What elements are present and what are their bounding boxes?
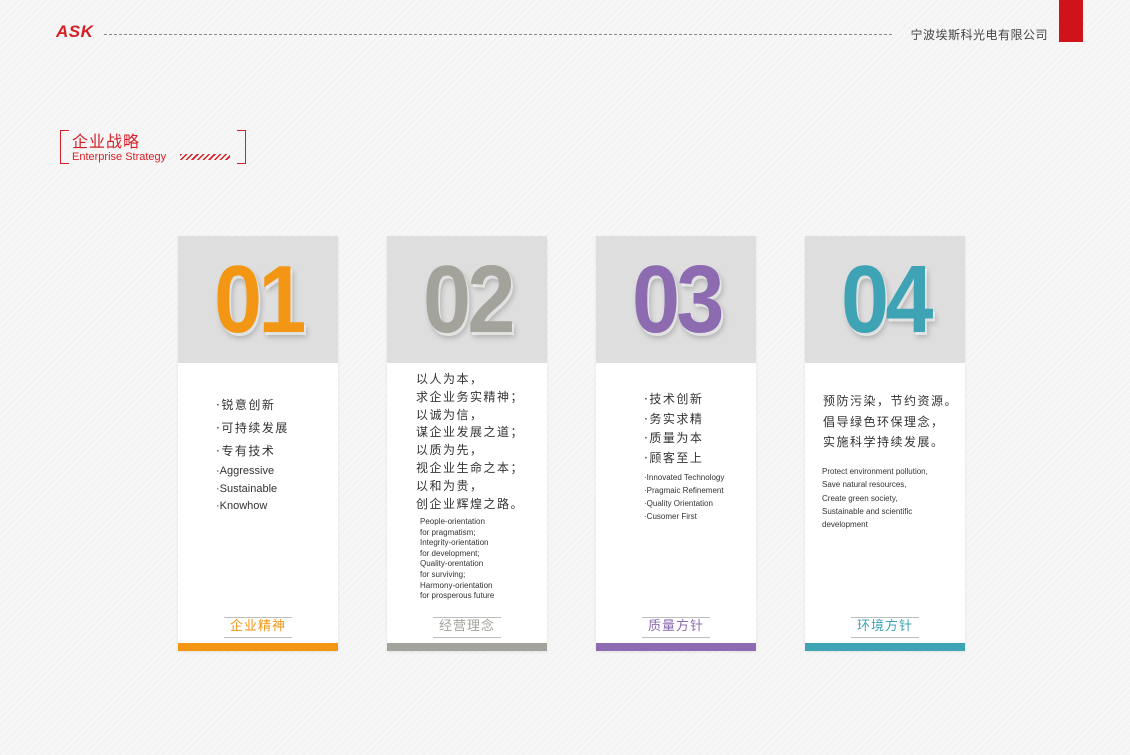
- zh-list: 以人为本， 求企业务实精神； 以诚为信， 谋企业发展之道； 以质为先， 视企业生…: [416, 371, 524, 513]
- card-color-bar: [178, 643, 338, 651]
- header-divider: [104, 34, 892, 35]
- en-line: ·Pragmaic Refinement: [644, 486, 724, 495]
- card-number-panel: 04: [805, 236, 965, 363]
- card-number: 02: [422, 245, 515, 353]
- hatch-decoration: [180, 154, 230, 160]
- en-line: for pragmatism;: [420, 527, 476, 537]
- en-line: Harmony-orientation: [420, 580, 493, 590]
- en-line: ·Quality Orientation: [644, 499, 713, 508]
- card-color-bar: [387, 643, 547, 651]
- zh-line: 创企业辉煌之路。: [416, 496, 525, 511]
- card-number-panel: 03: [596, 236, 756, 363]
- en-line: Create green society,: [822, 493, 898, 503]
- card-label-text: 经营理念: [432, 617, 501, 638]
- en-line: Integrity-orientation: [420, 538, 489, 548]
- en-line: for surviving;: [420, 569, 466, 579]
- zh-line: 谋企业发展之道；: [416, 425, 525, 440]
- en-list: ·Innovated Technology ·Pragmaic Refineme…: [644, 471, 724, 523]
- card-number: 04: [840, 245, 933, 353]
- en-list: Protect environment pollution, Save natu…: [822, 465, 928, 531]
- en-list: People-orientation for pragmatism; Integ…: [420, 517, 494, 602]
- en-line: Save natural resources,: [822, 480, 907, 490]
- en-line: Quality-orentation: [420, 559, 484, 569]
- en-line: development: [822, 520, 868, 530]
- zh-line: ·专有技术: [216, 444, 276, 458]
- card-label: 企业精神: [178, 615, 338, 638]
- card-quality-policy: 03 ·技术创新 ·务实求精 ·质量为本 ·顾客至上 ·Innovated Te…: [596, 236, 756, 651]
- en-line: ·Aggressive: [216, 465, 275, 477]
- zh-line: 实施科学持续发展。: [823, 435, 945, 449]
- zh-line: 倡导绿色环保理念，: [823, 414, 945, 429]
- card-label: 环境方针: [805, 615, 965, 638]
- zh-line: ·务实求精: [644, 411, 704, 426]
- section-title-zh: 企业战略: [72, 132, 141, 151]
- zh-line: 视企业生命之本；: [416, 460, 525, 475]
- zh-line: 以人为本，: [416, 372, 484, 386]
- right-bracket: [237, 130, 246, 164]
- en-line: for prosperous future: [420, 591, 495, 601]
- en-list: ·Aggressive ·Sustainable ·Knowhow: [216, 463, 277, 516]
- en-line: ·Innovated Technology: [644, 473, 725, 482]
- card-label: 经营理念: [387, 615, 547, 638]
- zh-line: 以诚为信，: [416, 407, 484, 422]
- zh-line: 以和为贵，: [416, 478, 484, 493]
- zh-line: ·质量为本: [644, 431, 704, 445]
- card-color-bar: [805, 643, 965, 651]
- section-title: 企业战略 Enterprise Strategy: [60, 128, 246, 164]
- zh-line: ·技术创新: [644, 392, 704, 406]
- card-label-text: 企业精神: [223, 617, 292, 638]
- en-line: ·Knowhow: [216, 500, 268, 512]
- card-number-panel: 02: [387, 236, 547, 363]
- card-color-bar: [596, 643, 756, 651]
- card-environmental-policy: 04 预防污染，节约资源。 倡导绿色环保理念， 实施科学持续发展。 Protec…: [805, 236, 965, 651]
- company-logo: ASK: [56, 22, 94, 41]
- zh-line: 以质为先，: [416, 443, 484, 458]
- card-label-text: 环境方针: [850, 617, 919, 638]
- zh-line: ·顾客至上: [644, 450, 704, 465]
- left-bracket: [60, 130, 69, 164]
- en-line: Protect environment pollution,: [822, 467, 928, 476]
- zh-list: 预防污染，节约资源。 倡导绿色环保理念， 实施科学持续发展。: [823, 391, 958, 453]
- en-line: ·Cusomer First: [644, 512, 697, 521]
- en-line: ·Sustainable: [216, 482, 278, 495]
- card-number: 01: [213, 245, 306, 353]
- zh-line: ·可持续发展: [216, 421, 289, 435]
- zh-list: ·技术创新 ·务实求精 ·质量为本 ·顾客至上: [644, 390, 703, 468]
- zh-line: 预防污染，节约资源。: [823, 394, 959, 408]
- card-number-panel: 01: [178, 236, 338, 363]
- en-line: Sustainable and scientific: [822, 506, 913, 516]
- section-title-en: Enterprise Strategy: [72, 151, 167, 163]
- card-number: 03: [631, 245, 724, 353]
- card-label-text: 质量方针: [641, 617, 710, 638]
- card-enterprise-spirit: 01 ·锐意创新 ·可持续发展 ·专有技术 ·Aggressive ·Susta…: [178, 236, 338, 651]
- en-line: for development;: [420, 548, 480, 558]
- zh-list: ·锐意创新 ·可持续发展 ·专有技术: [216, 394, 289, 463]
- card-business-philosophy: 02 以人为本， 求企业务实精神； 以诚为信， 谋企业发展之道； 以质为先， 视…: [387, 236, 547, 651]
- card-label: 质量方针: [596, 615, 756, 638]
- company-name: 宁波埃斯科光电有限公司: [910, 28, 1048, 42]
- en-line: People-orientation: [420, 517, 485, 526]
- zh-line: 求企业务实精神；: [416, 389, 525, 404]
- corner-accent-block: [1059, 0, 1083, 42]
- zh-line: ·锐意创新: [216, 398, 276, 412]
